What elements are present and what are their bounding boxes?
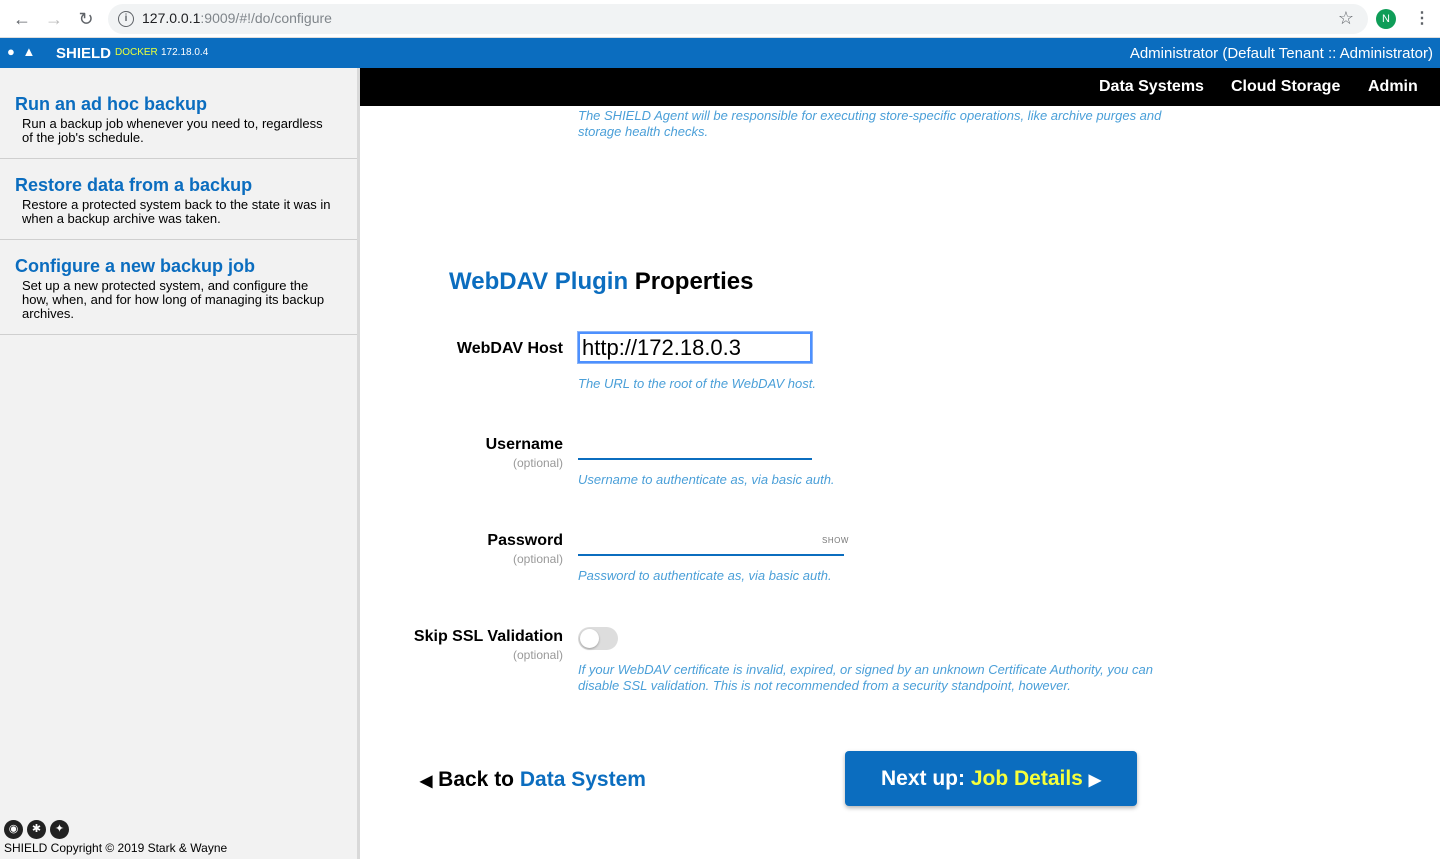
host-label: WebDAV Host (456, 340, 563, 357)
back-arrow-icon[interactable]: ← (12, 9, 32, 29)
password-input[interactable] (578, 532, 844, 556)
browser-toolbar: ← → ↻ i 127.0.0.1:9009/#!/do/configure ☆… (0, 0, 1440, 38)
sidebar-item-restore[interactable]: Restore data from a backup Restore a pro… (0, 159, 357, 240)
next-triangle-icon: ▶ (1088, 772, 1102, 789)
next-job-details-button[interactable]: Next up: Job Details ▶ (845, 751, 1137, 806)
toggle-knob (580, 629, 599, 648)
profile-avatar[interactable]: N (1376, 9, 1396, 29)
agent-hint: The SHIELD Agent will be responsible for… (578, 108, 1162, 139)
linux-icon: ▲ (22, 44, 36, 59)
plugin-name: WebDAV Plugin (449, 268, 629, 295)
url-text: 127.0.0.1:9009/#!/do/configure (142, 10, 332, 26)
menu-kebab-icon[interactable]: ⋮ (1414, 8, 1430, 28)
platform-icons: ● ▲ (7, 44, 35, 59)
username-hint: Username to authenticate as, via basic a… (578, 472, 835, 487)
show-password-button[interactable]: SHOW (822, 536, 849, 545)
main-nav: Data Systems Cloud Storage Admin (360, 68, 1440, 106)
ssl-hint: If your WebDAV certificate is invalid, e… (578, 662, 1153, 693)
ssl-label: Skip SSL Validation (optional) (413, 628, 563, 662)
sidebar-item-title[interactable]: Configure a new backup job (15, 256, 342, 277)
nav-cloud-storage[interactable]: Cloud Storage (1231, 78, 1340, 96)
slack-icon[interactable]: ✱ (27, 820, 46, 839)
app-brand[interactable]: SHIELD (56, 45, 111, 62)
bookmark-star-icon[interactable]: ☆ (1338, 8, 1354, 29)
sidebar-item-desc: Run a backup job whenever you need to, r… (22, 116, 323, 145)
reload-icon[interactable]: ↻ (76, 9, 96, 29)
apple-icon: ● (7, 44, 15, 59)
info-icon[interactable]: i (118, 11, 134, 27)
back-to-data-system-link[interactable]: ◀ Back to Data System (420, 768, 646, 792)
host-hint: The URL to the root of the WebDAV host. (578, 376, 816, 391)
skip-ssl-toggle[interactable] (578, 627, 618, 650)
password-label: Password (optional) (487, 532, 563, 566)
password-hint: Password to authenticate as, via basic a… (578, 568, 832, 583)
user-menu[interactable]: Administrator (Default Tenant :: Adminis… (1130, 45, 1433, 62)
nav-data-systems[interactable]: Data Systems (1099, 78, 1204, 96)
sidebar: Run an ad hoc backup Run a backup job wh… (0, 68, 360, 859)
username-input[interactable] (578, 436, 812, 460)
sidebar-footer: ◉ ✱ ✦ SHIELD Copyright © 2019 Stark & Wa… (4, 820, 227, 855)
sidebar-item-adhoc-backup[interactable]: Run an ad hoc backup Run a backup job wh… (0, 68, 357, 159)
sidebar-item-title[interactable]: Run an ad hoc backup (15, 94, 342, 115)
sidebar-item-desc: Restore a protected system back to the s… (22, 197, 331, 226)
env-ip: 172.18.0.4 (161, 47, 209, 58)
copyright-text: SHIELD Copyright © 2019 Stark & Wayne (4, 841, 228, 855)
back-triangle-icon: ◀ (420, 773, 433, 790)
github-icon[interactable]: ◉ (4, 820, 23, 839)
address-bar[interactable]: i 127.0.0.1:9009/#!/do/configure ☆ (108, 4, 1368, 34)
page-title: WebDAV Plugin Properties (449, 268, 754, 295)
app-header: ● ▲ SHIELD DOCKER 172.18.0.4 Administrat… (0, 38, 1440, 68)
env-label: DOCKER (115, 47, 158, 58)
sidebar-item-title[interactable]: Restore data from a backup (15, 175, 342, 196)
sidebar-item-desc: Set up a new protected system, and confi… (22, 278, 325, 321)
host-input[interactable] (578, 332, 812, 363)
username-label: Username (optional) (485, 436, 563, 470)
forward-arrow-icon[interactable]: → (44, 9, 64, 29)
nav-admin[interactable]: Admin (1368, 78, 1418, 96)
main-content: The SHIELD Agent will be responsible for… (363, 106, 1440, 859)
twitter-icon[interactable]: ✦ (50, 820, 69, 839)
sidebar-item-configure-job[interactable]: Configure a new backup job Set up a new … (0, 240, 357, 335)
